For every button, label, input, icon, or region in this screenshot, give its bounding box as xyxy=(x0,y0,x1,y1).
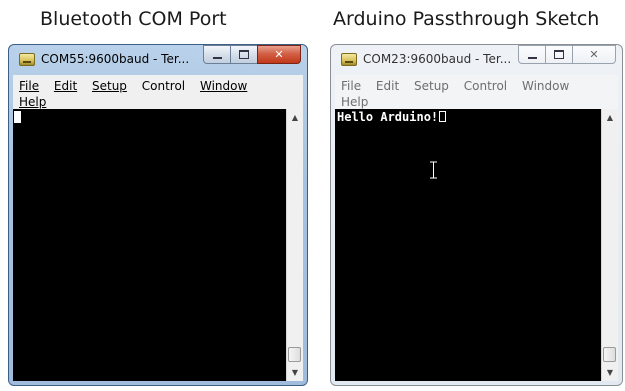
title-bar[interactable]: COM23:9600baud - Ter... ✕ xyxy=(331,45,622,73)
close-icon: ✕ xyxy=(589,48,599,61)
menu-bar: File Edit Setup Control Window Help xyxy=(335,75,618,109)
terminal-output-text: Hello Arduino! xyxy=(337,110,439,124)
caption-buttons: ✕ xyxy=(203,45,301,65)
menu-help[interactable]: Help xyxy=(19,95,46,109)
menu-bar: File Edit Setup Control Window Help xyxy=(13,75,303,109)
maximize-button[interactable] xyxy=(230,45,258,64)
terminal-output: Hello Arduino! xyxy=(337,110,447,124)
menu-setup[interactable]: Setup xyxy=(414,79,449,93)
close-button[interactable]: ✕ xyxy=(572,45,616,64)
scroll-down-arrow-icon[interactable]: ▼ xyxy=(287,364,303,381)
title-bar[interactable]: COM55:9600baud - Ter... ✕ xyxy=(9,45,307,73)
maximize-icon xyxy=(239,50,249,59)
terminal-cursor xyxy=(14,111,21,123)
scroll-up-arrow-icon[interactable]: ▲ xyxy=(287,109,303,126)
menu-window[interactable]: Window xyxy=(522,79,569,93)
menu-window[interactable]: Window xyxy=(200,79,247,93)
terminal-cursor xyxy=(439,111,447,122)
scroll-down-arrow-icon[interactable]: ▼ xyxy=(602,364,618,381)
scroll-up-arrow-icon[interactable]: ▲ xyxy=(602,109,618,126)
menu-edit[interactable]: Edit xyxy=(376,79,399,93)
menu-file[interactable]: File xyxy=(19,79,39,93)
maximize-icon xyxy=(554,50,564,59)
menu-help[interactable]: Help xyxy=(341,95,368,109)
menu-control[interactable]: Control xyxy=(142,79,185,93)
terminal-window-com23[interactable]: COM23:9600baud - Ter... ✕ File Edit Setu… xyxy=(330,44,623,386)
menu-file[interactable]: File xyxy=(341,79,361,93)
teraterm-app-icon[interactable] xyxy=(19,53,35,66)
menu-edit[interactable]: Edit xyxy=(54,79,77,93)
window-title: COM55:9600baud - Ter... xyxy=(41,52,190,66)
minimize-icon xyxy=(212,56,222,59)
menu-setup[interactable]: Setup xyxy=(92,79,127,93)
i-beam-cursor-icon xyxy=(430,161,437,179)
minimize-button[interactable] xyxy=(518,45,546,64)
terminal-window-com55[interactable]: COM55:9600baud - Ter... ✕ File Edit Setu… xyxy=(8,44,308,386)
minimize-icon xyxy=(527,56,537,59)
terminal-area[interactable]: ▲ ▼ xyxy=(13,109,303,381)
caption-buttons: ✕ xyxy=(518,45,616,65)
menu-control[interactable]: Control xyxy=(464,79,507,93)
caption-arduino-passthrough-sketch: Arduino Passthrough Sketch xyxy=(333,8,600,30)
window-title: COM23:9600baud - Ter... xyxy=(363,52,512,66)
teraterm-app-icon[interactable] xyxy=(341,53,357,66)
scrollbar-thumb[interactable] xyxy=(288,347,301,362)
vertical-scrollbar[interactable]: ▲ ▼ xyxy=(601,109,618,381)
terminal-area[interactable]: Hello Arduino! ▲ ▼ xyxy=(335,109,618,381)
minimize-button[interactable] xyxy=(203,45,231,64)
vertical-scrollbar[interactable]: ▲ ▼ xyxy=(286,109,303,381)
scrollbar-thumb[interactable] xyxy=(603,347,616,362)
caption-bluetooth-com-port: Bluetooth COM Port xyxy=(40,8,227,30)
close-button[interactable]: ✕ xyxy=(257,45,301,64)
maximize-button[interactable] xyxy=(545,45,573,64)
close-icon: ✕ xyxy=(274,48,284,61)
